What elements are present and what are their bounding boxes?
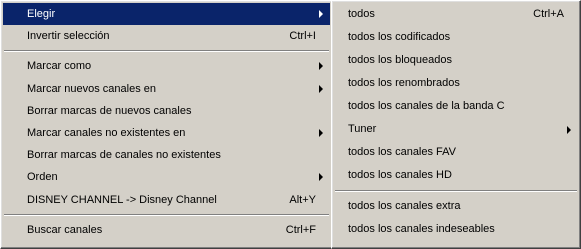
menu-item-label: Marcar canales no existentes en	[27, 126, 186, 139]
menu-item-disney-channel-disney-channel[interactable]: DISNEY CHANNEL -> Disney Channel Alt+Y	[3, 189, 330, 211]
menu-item-label: todos los canales FAV	[348, 146, 457, 158]
menu-item-marcar-como[interactable]: Marcar como	[3, 55, 330, 77]
menu-separator	[3, 211, 330, 219]
menu-item-todos-los-canales-extra[interactable]: todos los canales extra	[334, 195, 578, 218]
context-menu-main: Elegir Invertir selección Ctrl+I Marcar com…	[0, 0, 333, 249]
menu-item-todos[interactable]: todos Ctrl+A	[334, 3, 578, 26]
menu-item-borrar-marcas-de-nuevos-canales[interactable]: Borrar marcas de nuevos canales	[3, 100, 330, 122]
menu-item-todos-los-bloqueados[interactable]: todos los bloqueados	[334, 49, 578, 72]
menu-item-todos-los-renombrados[interactable]: todos los renombrados	[334, 72, 578, 95]
menu-item-invertir-seleccion[interactable]: Invertir selección Ctrl+I	[3, 25, 330, 47]
menu-item-todos-los-canales-hd[interactable]: todos los canales HD	[334, 164, 578, 187]
menu-item-shortcut: Ctrl+I	[289, 30, 316, 43]
submenu-elegir: todos Ctrl+A todos los codificados todos lo…	[331, 0, 581, 249]
menu-item-label: Invertir selección	[27, 30, 110, 43]
menu-item-label: todos los canales de la banda C	[348, 100, 505, 112]
menu-item-todos-los-canales-fav[interactable]: todos los canales FAV	[334, 141, 578, 164]
menu-item-label: todos	[348, 8, 375, 20]
submenu-arrow-icon	[319, 10, 323, 19]
menu-item-label: Borrar marcas de nuevos canales	[27, 104, 192, 117]
menu-item-label: Elegir	[27, 8, 56, 20]
menu-item-tuner[interactable]: Tuner	[334, 118, 578, 141]
submenu-arrow-icon	[319, 173, 323, 182]
menu-item-marcar-nuevos-canales-en[interactable]: Marcar nuevos canales en	[3, 78, 330, 100]
menu-item-borrar-marcas-de-canales-no-existentes[interactable]: Borrar marcas de canales no existentes	[3, 144, 330, 166]
menu-item-shortcut: Alt+Y	[289, 193, 316, 206]
menu-item-label: Borrar marcas de canales no existentes	[27, 149, 221, 162]
menu-item-shortcut: Ctrl+F	[285, 223, 316, 236]
menu-item-marcar-canales-no-existentes-en[interactable]: Marcar canales no existentes en	[3, 122, 330, 144]
submenu-arrow-icon	[319, 84, 323, 93]
menu-separator	[334, 187, 578, 195]
menu-item-elegir[interactable]: Elegir	[3, 3, 330, 26]
submenu-arrow-icon	[319, 129, 323, 138]
menu-separator	[3, 47, 330, 55]
menu-item-label: Marcar nuevos canales en	[27, 82, 157, 95]
menu-item-todos-los-canales-indeseables[interactable]: todos los canales indeseables	[334, 218, 578, 241]
menu-item-todos-los-canales-de-la-banda-c[interactable]: todos los canales de la banda C	[334, 95, 578, 118]
menu-item-label: todos los bloqueados	[348, 54, 452, 66]
submenu-arrow-icon	[319, 62, 323, 71]
menu-item-shortcut: Ctrl+A	[533, 8, 564, 20]
menu-item-label: todos los canales indeseables	[348, 223, 495, 235]
menu-item-label: DISNEY CHANNEL -> Disney Channel	[27, 193, 217, 206]
menu-item-label: Marcar como	[27, 60, 92, 73]
menu-item-todos-los-codificados[interactable]: todos los codificados	[334, 26, 578, 49]
menu-item-label: Orden	[27, 171, 58, 184]
menu-item-label: todos los canales HD	[348, 169, 452, 181]
menu-item-label: Buscar canales	[27, 223, 103, 236]
menu-item-orden[interactable]: Orden	[3, 166, 330, 188]
menu-item-label: Tuner	[348, 123, 377, 135]
menu-item-label: todos los codificados	[348, 31, 451, 43]
menu-item-buscar-canales[interactable]: Buscar canales Ctrl+F	[3, 219, 330, 241]
menu-item-label: todos los renombrados	[348, 77, 460, 89]
menu-item-label: todos los canales extra	[348, 200, 461, 212]
submenu-arrow-icon	[567, 125, 571, 134]
